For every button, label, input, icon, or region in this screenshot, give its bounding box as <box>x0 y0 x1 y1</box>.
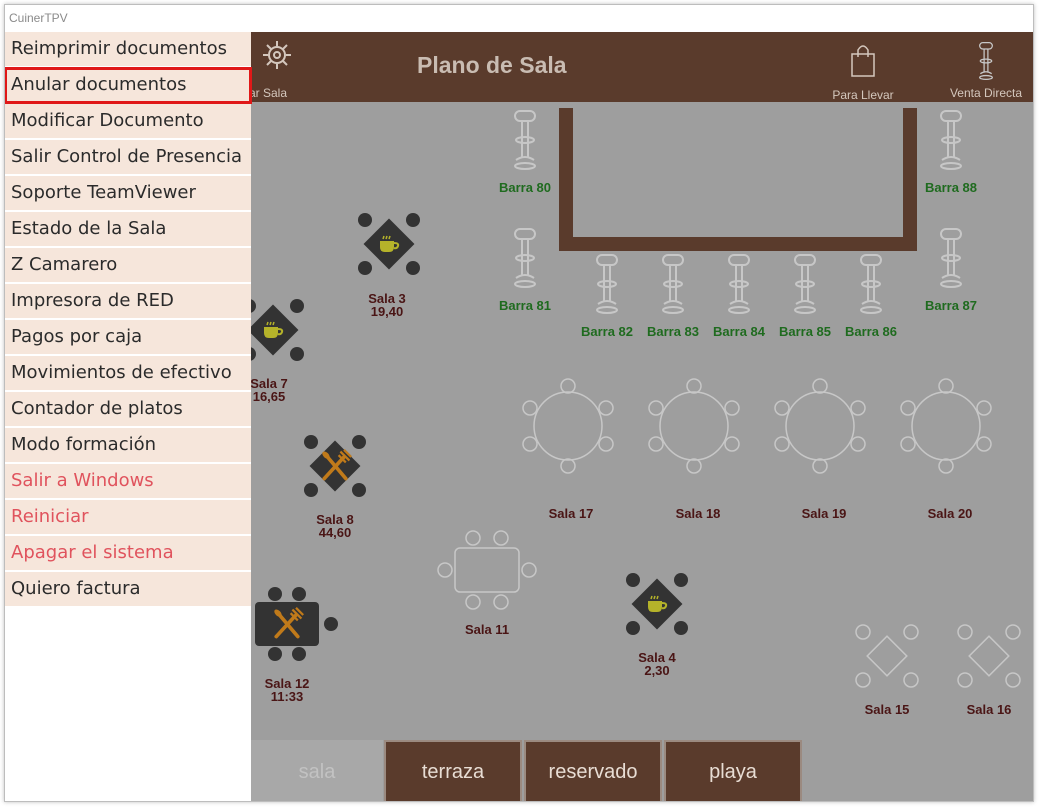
table-amount: 16,65 <box>252 389 286 404</box>
stool-icon <box>976 42 996 80</box>
table-sala-3[interactable] <box>357 212 421 281</box>
bar-stool-label: Barra 84 <box>712 324 766 339</box>
free-table-icon <box>957 624 1021 688</box>
side-menu: Reimprimir documentos Anular documentos … <box>5 32 252 801</box>
tab-reservado[interactable]: reservado <box>524 740 662 801</box>
bar-stool-83[interactable] <box>658 254 688 319</box>
bar-stool-84[interactable] <box>724 254 754 319</box>
table-name: Sala 15 <box>864 702 910 717</box>
table-name: Sala 11 <box>464 622 510 637</box>
menu-item-exit-windows[interactable]: Salir a Windows <box>5 464 251 499</box>
menu-item-shutdown[interactable]: Apagar el sistema <box>5 536 251 571</box>
table-name: Sala 18 <box>675 506 721 521</box>
stool-icon <box>510 228 540 288</box>
table-amount: 11:33 <box>270 689 304 704</box>
bar-stool-label: Barra 88 <box>924 180 978 195</box>
tab-terraza[interactable]: terraza <box>384 740 522 801</box>
stool-icon <box>790 254 820 314</box>
bar-stool-label: Barra 86 <box>844 324 898 339</box>
table-sala-12[interactable] <box>253 586 339 667</box>
free-table-icon <box>855 624 919 688</box>
free-table-icon <box>898 378 994 474</box>
menu-item-room-status[interactable]: Estado de la Sala <box>5 212 251 247</box>
menu-item-network-printer[interactable]: Impresora de RED <box>5 284 251 319</box>
bar-stool-85[interactable] <box>790 254 820 319</box>
room-tabs: sala terraza reservado playa <box>251 740 1033 801</box>
menu-item-cash-payments[interactable]: Pagos por caja <box>5 320 251 355</box>
table-sala-17[interactable] <box>520 378 616 479</box>
bar-stool-label: Barra 85 <box>778 324 832 339</box>
menu-item-reprint[interactable]: Reimprimir documentos <box>5 32 251 67</box>
table-amount: 19,40 <box>370 304 404 319</box>
stool-icon <box>724 254 754 314</box>
stool-icon <box>936 110 966 170</box>
tab-playa[interactable]: playa <box>664 740 802 801</box>
table-name: Sala 20 <box>927 506 973 521</box>
bar-stool-label: Barra 83 <box>646 324 700 339</box>
table-sala-8[interactable] <box>303 434 367 503</box>
stool-icon <box>592 254 622 314</box>
app-window: CuinerTPV ar Sala Plano de Sala Para Lle… <box>4 4 1034 802</box>
table-sala-20[interactable] <box>898 378 994 479</box>
stool-icon <box>936 228 966 288</box>
menu-item-training-mode[interactable]: Modo formación <box>5 428 251 463</box>
menu-item-void-documents[interactable]: Anular documentos <box>5 67 252 104</box>
bar-stool-81[interactable] <box>510 228 540 293</box>
table-name: Sala 19 <box>801 506 847 521</box>
bar-stool-label: Barra 82 <box>580 324 634 339</box>
stool-icon <box>510 110 540 170</box>
bar-counter <box>559 108 917 251</box>
bar-stool-label: Barra 81 <box>498 298 552 313</box>
table-sala-18[interactable] <box>646 378 742 479</box>
takeaway-button[interactable]: Para Llevar <box>825 42 901 102</box>
menu-item-cash-movements[interactable]: Movimientos de efectivo <box>5 356 251 391</box>
bar-stool-86[interactable] <box>856 254 886 319</box>
shopping-bag-icon <box>851 45 875 77</box>
table-sala-15[interactable] <box>855 624 919 693</box>
takeaway-label: Para Llevar <box>832 88 894 102</box>
menu-item-exit-attendance[interactable]: Salir Control de Presencia <box>5 140 251 175</box>
table-sala-16[interactable] <box>957 624 1021 693</box>
table-sala-19[interactable] <box>772 378 868 479</box>
menu-item-invoice[interactable]: Quiero factura <box>5 572 251 607</box>
occupied-table-icon <box>626 573 688 635</box>
table-name: Sala 16 <box>966 702 1012 717</box>
menu-item-modify-document[interactable]: Modificar Documento <box>5 104 251 139</box>
stool-icon <box>658 254 688 314</box>
bar-stool-label: Barra 87 <box>924 298 978 313</box>
free-table-icon <box>520 378 616 474</box>
occupied-table-icon <box>358 213 420 275</box>
bar-stool-80[interactable] <box>510 110 540 175</box>
bar-stool-88[interactable] <box>936 110 966 175</box>
table-sala-11[interactable] <box>437 530 537 617</box>
menu-item-dish-counter[interactable]: Contador de platos <box>5 392 251 427</box>
tab-sala[interactable]: sala <box>251 740 383 801</box>
occupied-table-icon <box>255 587 338 661</box>
occupied-table-icon <box>304 435 366 497</box>
menu-item-restart[interactable]: Reiniciar <box>5 500 251 535</box>
free-table-icon <box>437 530 537 610</box>
config-room-button[interactable]: ar Sala <box>247 38 307 100</box>
table-name: Sala 17 <box>548 506 594 521</box>
table-amount: 2,30 <box>644 663 670 678</box>
bar-stool-87[interactable] <box>936 228 966 293</box>
bar-stool-label: Barra 80 <box>498 180 552 195</box>
stool-icon <box>856 254 886 314</box>
page-title: Plano de Sala <box>417 52 567 78</box>
free-table-icon <box>646 378 742 474</box>
config-room-label: ar Sala <box>249 86 288 100</box>
gear-icon <box>263 41 291 69</box>
direct-sale-button[interactable]: Venta Directa <box>945 42 1027 100</box>
window-title: CuinerTPV <box>5 5 1033 32</box>
table-sala-4[interactable] <box>625 572 689 641</box>
bar-stool-82[interactable] <box>592 254 622 319</box>
direct-sale-label: Venta Directa <box>949 86 1023 100</box>
menu-item-z-waiter[interactable]: Z Camarero <box>5 248 251 283</box>
menu-item-teamviewer[interactable]: Soporte TeamViewer <box>5 176 251 211</box>
free-table-icon <box>772 378 868 474</box>
table-amount: 44,60 <box>318 525 352 540</box>
